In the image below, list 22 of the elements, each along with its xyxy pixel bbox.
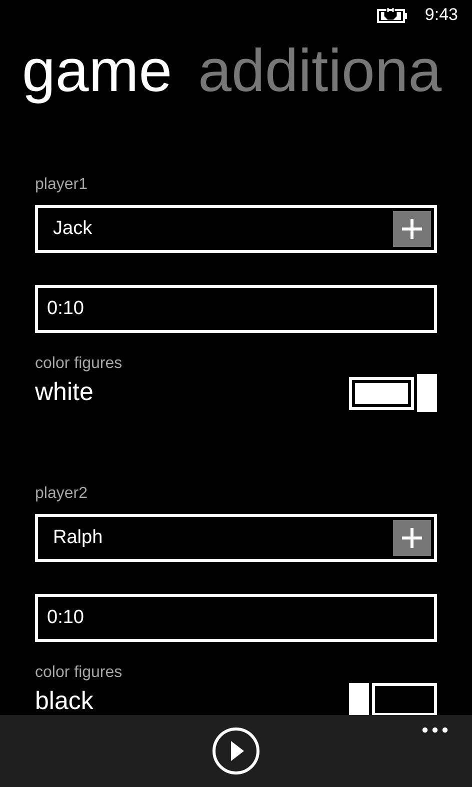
add-button[interactable] (393, 520, 431, 556)
time-field[interactable]: 0:10 (35, 285, 437, 333)
toggle-switch[interactable] (349, 683, 437, 715)
toggle-switch[interactable] (349, 374, 437, 412)
pivot-header[interactable]: game (22, 37, 172, 104)
clock-time: 9:43 (424, 4, 458, 26)
field-label: player2 (35, 484, 88, 504)
add-button[interactable] (393, 211, 431, 247)
time-field[interactable]: 0:10 (35, 594, 437, 642)
color-value-text: white (35, 377, 94, 407)
field-label: player1 (35, 175, 88, 195)
pivot-header[interactable]: additiona (198, 37, 442, 104)
color-value-text: black (35, 686, 94, 716)
field-label: color figures (35, 354, 124, 374)
field-label: color figures (35, 663, 124, 683)
plus-icon (402, 528, 422, 548)
plus-icon (402, 219, 422, 239)
more-icon[interactable] (422, 727, 448, 733)
name-field[interactable]: Ralph (35, 514, 437, 562)
battery-charging-icon (376, 7, 409, 23)
name-field[interactable]: Jack (35, 205, 437, 253)
play-icon[interactable] (212, 727, 260, 775)
